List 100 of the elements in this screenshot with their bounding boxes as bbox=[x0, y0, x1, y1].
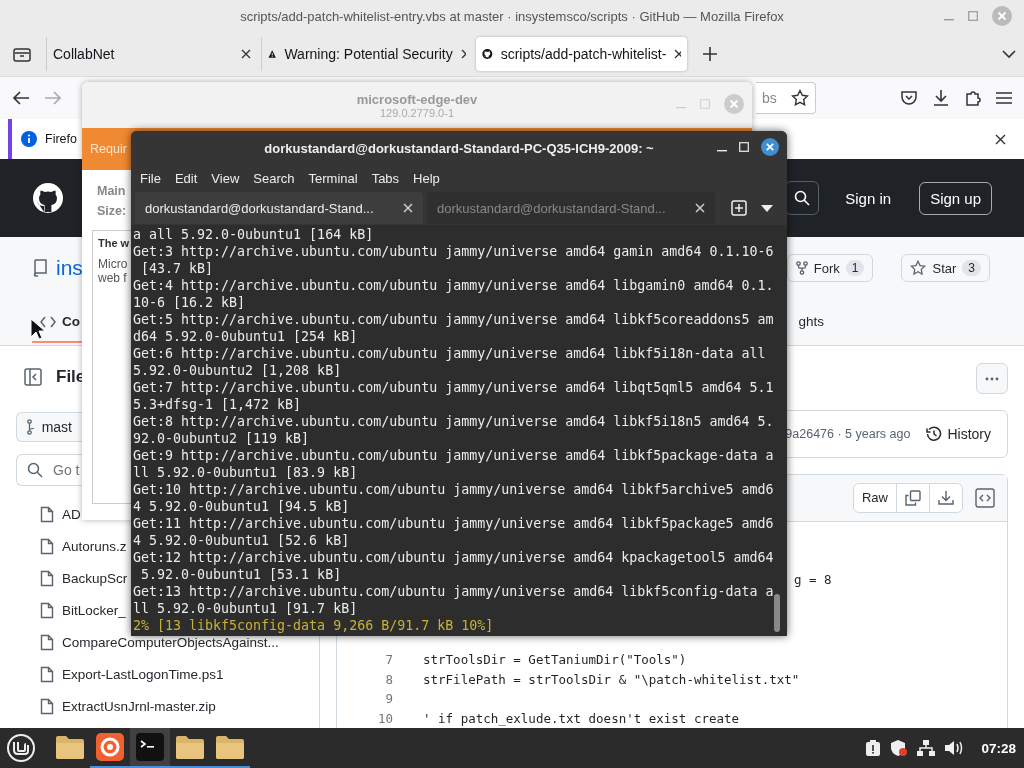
address-bar[interactable]: bs bbox=[756, 82, 816, 114]
history-icon bbox=[926, 426, 943, 443]
new-tab-icon[interactable] bbox=[703, 47, 717, 61]
terminal-tab[interactable]: dorkustandard@dorkustandard-Stand... bbox=[427, 192, 715, 224]
line-number: 9 bbox=[384, 691, 394, 707]
clock: 07:28 bbox=[981, 740, 1016, 756]
firefox-icon bbox=[96, 733, 124, 761]
file-link[interactable]: ExtractUsnJrnl-master.zip bbox=[62, 698, 216, 714]
output-line: ll 5.92.0-0ubuntu1 [91.7 kB] bbox=[133, 600, 359, 617]
window-title: scripts/add-patch-whitelist-entry.vbs at master · insystemsco/scripts · GitHub — Mozilla Firefox bbox=[240, 8, 784, 24]
output-line: Get:10 http://archive.ubuntu.com/ubuntu jammy/universe amd64 libkf5archive5 amd6 bbox=[133, 481, 774, 498]
back-icon[interactable] bbox=[12, 90, 30, 106]
history-button[interactable]: History bbox=[920, 425, 997, 444]
volume-icon[interactable] bbox=[944, 740, 965, 756]
taskbar-app-button[interactable] bbox=[130, 728, 170, 768]
output-line: Get:4 http://archive.ubuntu.com/ubuntu jammy/universe amd64 libgamin0 amd64 0.1. bbox=[133, 277, 774, 294]
browser-tab[interactable]: CollabNet bbox=[46, 37, 257, 71]
browser-tab[interactable]: Warning: Potential Security bbox=[261, 37, 472, 71]
extensions-icon[interactable] bbox=[964, 89, 982, 107]
dropdown-icon[interactable] bbox=[761, 204, 773, 212]
network-icon[interactable] bbox=[917, 740, 936, 756]
chevron-icon[interactable] bbox=[1002, 49, 1016, 59]
file-link[interactable]: BackupScr bbox=[62, 570, 128, 586]
sign-up-button[interactable]: Sign up bbox=[919, 181, 992, 215]
file-icon bbox=[40, 505, 54, 523]
field-label: Main bbox=[97, 184, 126, 198]
progress-line: 2% [13 libkf5config-data 9,266 B/91.7 kB 10%] bbox=[133, 617, 495, 634]
file-link[interactable]: Autoruns.z bbox=[62, 538, 127, 554]
browser-tab[interactable]: scripts/add-patch-whitelist- bbox=[476, 37, 687, 71]
notification-text: Firefo bbox=[45, 132, 77, 146]
fork-button[interactable]: Fork 1 bbox=[786, 254, 874, 282]
output-line: Get:8 http://archive.ubuntu.com/ubuntu jammy/universe amd64 libkf5i18n5 amd64 5. bbox=[133, 413, 774, 430]
output-line: 4 5.92.0-0ubuntu1 [94.5 kB] bbox=[133, 498, 351, 515]
output-line: 5.3+dfsg-1 [1,472 kB] bbox=[133, 396, 303, 413]
github-logo-icon[interactable] bbox=[32, 182, 64, 214]
output-line: 5.92.0-0ubuntu2 [1,208 kB] bbox=[133, 362, 343, 379]
output-line: Get:11 http://archive.ubuntu.com/ubuntu jammy/universe amd64 libkf5package5 amd6 bbox=[133, 515, 774, 532]
menu-item[interactable]: View bbox=[204, 170, 247, 186]
output-line: Get:13 http://archive.ubuntu.com/ubuntu jammy/universe amd64 libkf5config-data a bbox=[133, 583, 774, 600]
star-button[interactable]: Star 3 bbox=[901, 254, 990, 282]
output-line: d64 5.92.0-0ubuntu1 [254 kB] bbox=[133, 328, 359, 345]
output-line: Get:3 http://archive.ubuntu.com/ubuntu jammy/universe amd64 gamin amd64 0.1.10-6 bbox=[133, 243, 774, 260]
star-icon[interactable] bbox=[791, 89, 809, 107]
line-number: 10 bbox=[376, 710, 394, 726]
file-icon bbox=[40, 569, 54, 587]
code-icon bbox=[40, 315, 56, 328]
banner-text: Requir bbox=[90, 142, 127, 156]
repo-icon bbox=[32, 259, 48, 277]
menu-item[interactable]: Terminal bbox=[301, 170, 365, 186]
more-icon bbox=[985, 376, 999, 381]
file-link[interactable]: CompareComputerObjectsAgainst... bbox=[62, 634, 279, 650]
menu-item[interactable]: Search bbox=[246, 170, 302, 186]
alert-icon[interactable] bbox=[865, 739, 882, 757]
file-icon bbox=[40, 537, 54, 555]
output-line: 4 5.92.0-0ubuntu1 [52.6 kB] bbox=[133, 532, 351, 549]
pointer-icon bbox=[30, 318, 46, 340]
file-icon bbox=[40, 601, 54, 619]
code-line: ' if patch_exlude.txt doesn't exist create bbox=[423, 710, 740, 726]
terminal-title: dorkustandard@dorkustandard-Standard-PC-Q35-ICH9-2009: ~ bbox=[264, 140, 654, 156]
branch-button[interactable]: mast bbox=[16, 412, 82, 442]
repo-name-link[interactable]: ins bbox=[56, 256, 83, 280]
panel-icon[interactable] bbox=[24, 368, 42, 386]
github-icon bbox=[482, 46, 493, 62]
output-line: Get:5 http://archive.ubuntu.com/ubuntu jammy/universe amd64 libkf5coreaddons5 am bbox=[133, 311, 774, 328]
pocket-icon[interactable] bbox=[900, 90, 918, 106]
output-line: Get:9 http://archive.ubuntu.com/ubuntu jammy/universe amd64 libkf5package-data a bbox=[133, 447, 774, 464]
file-icon bbox=[40, 697, 54, 715]
code-line: strToolsDir = GetTaniumDir("Tools") bbox=[423, 651, 687, 667]
search-icon[interactable] bbox=[794, 190, 811, 206]
download-icon[interactable] bbox=[932, 89, 950, 107]
copy-icon bbox=[905, 489, 921, 506]
output-line: Get:6 http://archive.ubuntu.com/ubuntu jammy/universe amd64 libkf5i18n-data all bbox=[133, 345, 767, 362]
fork-icon bbox=[795, 261, 808, 275]
menu-item[interactable]: Tabs bbox=[364, 170, 407, 186]
tab-list-icon[interactable] bbox=[13, 46, 31, 62]
menu-item[interactable]: Help bbox=[406, 170, 447, 186]
branch-icon bbox=[27, 419, 34, 435]
installer-title: microsoft-edge-dev bbox=[356, 91, 478, 107]
sign-in-link[interactable]: Sign in bbox=[839, 188, 898, 208]
line-number: 7 bbox=[384, 651, 394, 667]
file-icon bbox=[40, 665, 54, 683]
file-link[interactable]: Export-LastLogonTime.ps1 bbox=[62, 666, 224, 682]
scrollbar-thumb[interactable] bbox=[774, 594, 780, 632]
go-to-file-field[interactable]: Go t bbox=[16, 454, 82, 486]
file-link[interactable]: AD bbox=[62, 506, 81, 522]
shield-icon[interactable] bbox=[890, 739, 909, 757]
menu-item[interactable]: File bbox=[133, 170, 168, 186]
menu-item[interactable]: Edit bbox=[167, 170, 205, 186]
output-line: 10-6 [16.2 kB] bbox=[133, 294, 247, 311]
folder-icon bbox=[175, 734, 205, 760]
field-label: Size: bbox=[97, 204, 127, 218]
repo-tab[interactable]: ghts bbox=[798, 314, 824, 343]
terminal-tab[interactable]: dorkustandard@dorkustandard-Stand... bbox=[135, 192, 423, 224]
output-line: 5.92.0-0ubuntu1 [53.1 kB] bbox=[140, 566, 343, 583]
code-line: strFilePath = strToolsDir & "\patch-whitelist.txt" bbox=[423, 671, 800, 687]
file-link[interactable]: BitLocker_ bbox=[62, 602, 126, 618]
description-text: web f bbox=[98, 271, 127, 285]
mint-menu-icon[interactable] bbox=[6, 733, 36, 763]
menu-icon[interactable] bbox=[996, 91, 1012, 105]
symbols-icon[interactable] bbox=[975, 487, 995, 508]
